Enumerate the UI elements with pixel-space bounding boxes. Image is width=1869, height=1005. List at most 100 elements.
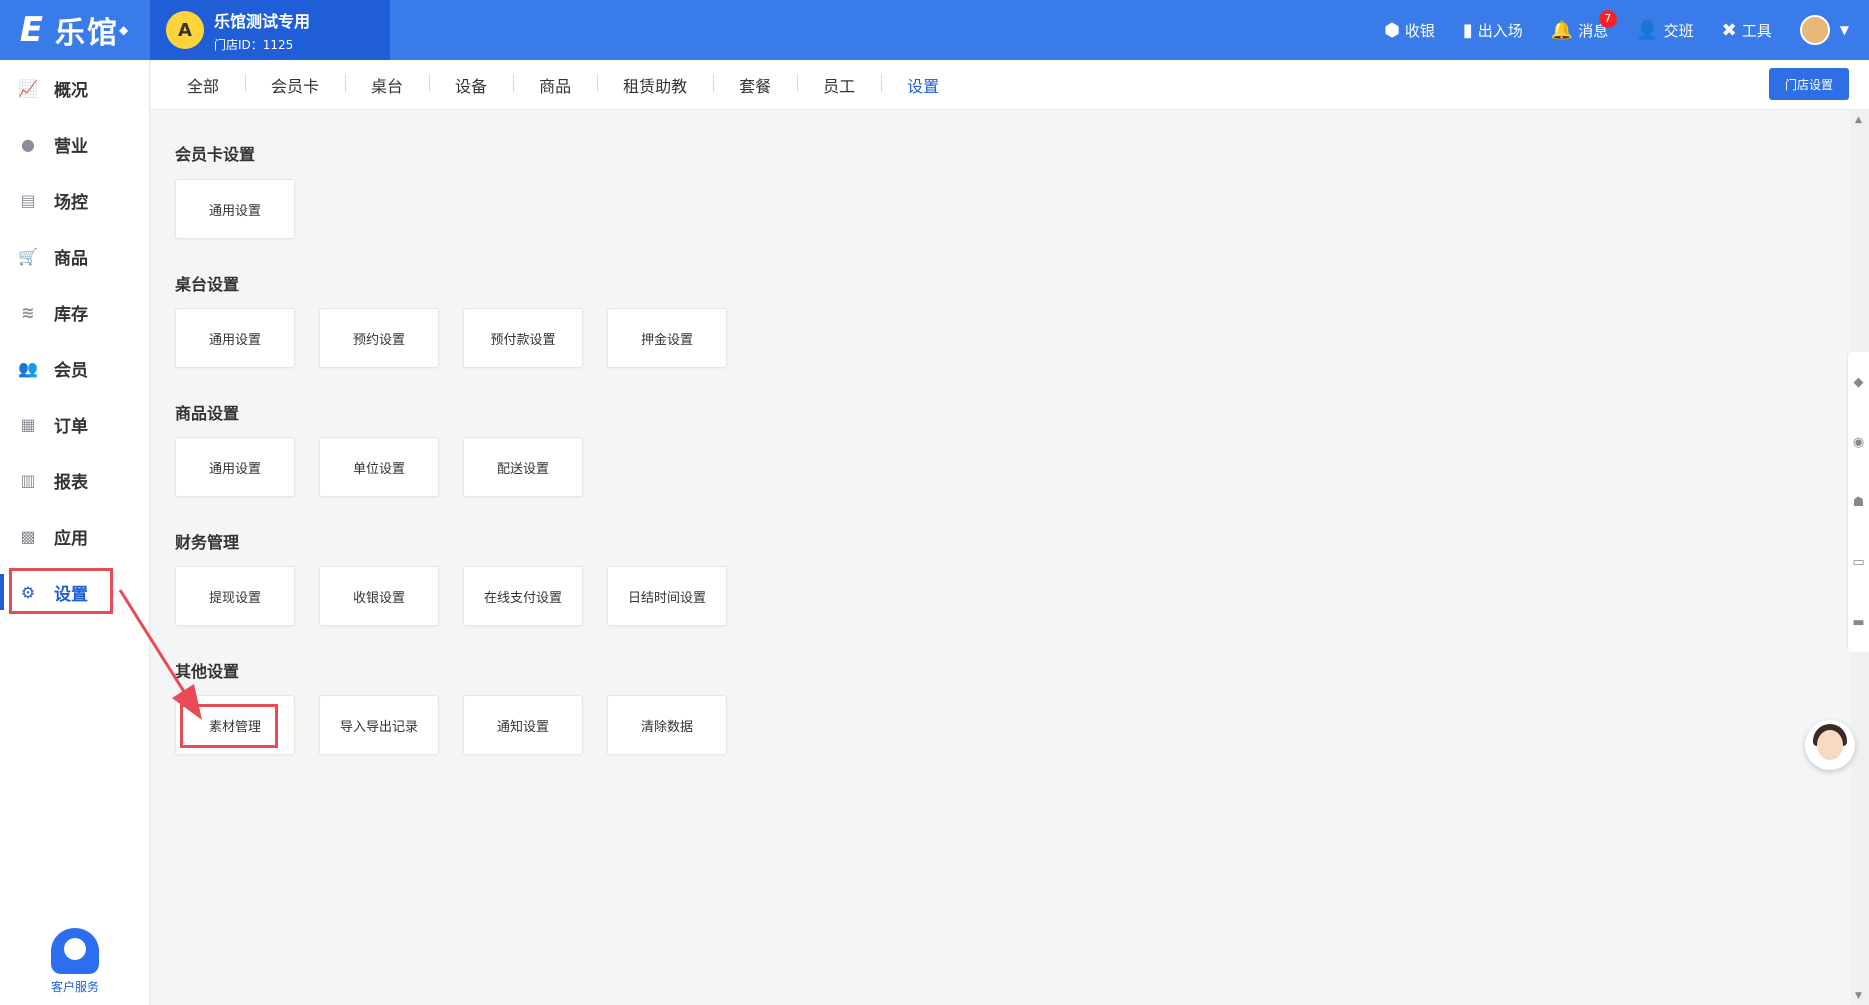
tab-packages[interactable]: 套餐 xyxy=(713,73,797,97)
tools-button[interactable]: ✖ 工具 xyxy=(1722,20,1772,41)
tools-icon: ✖ xyxy=(1721,19,1737,41)
deposit-settings-card[interactable]: 押金设置 xyxy=(607,308,727,368)
unit-settings-card[interactable]: 单位设置 xyxy=(319,437,439,497)
logo-text: 乐馆 xyxy=(55,16,119,51)
product-general-settings-card[interactable]: 通用设置 xyxy=(175,437,295,497)
scroll-up-icon[interactable]: ▲ xyxy=(1855,115,1862,125)
sidebar-item-members[interactable]: 👥 会员 xyxy=(0,340,149,396)
highlight-box xyxy=(9,568,113,614)
top-bar: E 乐馆 ◆ A 乐馆测试专用 门店ID：1125 ⬢ 收银 ▮ 出入场 🔔 消息… xyxy=(0,0,1869,60)
assistant-avatar-button[interactable] xyxy=(1805,720,1855,770)
table-control-icon: ▤ xyxy=(20,190,36,210)
category-tab-bar: 全部 会员卡 桌台 设备 商品 租赁助教 套餐 员工 设置 门店设置 xyxy=(151,60,1869,110)
sidebar-item-label: 概况 xyxy=(54,80,88,101)
cart-icon: 🛒 xyxy=(18,246,38,266)
sidebar-item-business[interactable]: ● 营业 xyxy=(0,116,149,172)
ticket-icon[interactable]: ▬ xyxy=(1848,592,1869,652)
assistant-face xyxy=(1817,730,1843,760)
sidebar-item-reports[interactable]: ▥ 报表 xyxy=(0,452,149,508)
sidebar-item-label: 订单 xyxy=(54,416,88,437)
sidebar-item-overview[interactable]: 📈 概况 xyxy=(0,60,149,116)
material-management-card[interactable]: 素材管理 xyxy=(175,695,295,755)
section-title-products: 商品设置 xyxy=(175,404,240,423)
section-title-member-card: 会员卡设置 xyxy=(175,145,256,164)
customer-service-button[interactable]: 客户服务 xyxy=(0,928,150,995)
sidebar-item-products[interactable]: 🛒 商品 xyxy=(0,228,149,284)
member-icon[interactable]: ☗ xyxy=(1848,472,1869,532)
sidebar-item-label: 库存 xyxy=(54,304,88,325)
sidebar-item-label: 报表 xyxy=(54,472,88,493)
store-avatar: A xyxy=(166,11,204,49)
entry-exit-button[interactable]: ▮ 出入场 xyxy=(1463,20,1523,41)
sidebar-item-label: 会员 xyxy=(54,360,88,381)
withdrawal-settings-card[interactable]: 提现设置 xyxy=(175,566,295,626)
notification-settings-card[interactable]: 通知设置 xyxy=(463,695,583,755)
prepayment-settings-card[interactable]: 预付款设置 xyxy=(463,308,583,368)
chart-icon: 📈 xyxy=(18,78,38,98)
delivery-settings-card[interactable]: 配送设置 xyxy=(463,437,583,497)
app-logo[interactable]: E 乐馆 ◆ xyxy=(0,0,150,60)
customer-service-label: 客户服务 xyxy=(50,980,99,994)
headset-icon xyxy=(51,928,99,974)
daily-closing-time-settings-card[interactable]: 日结时间设置 xyxy=(607,566,727,626)
import-export-records-card[interactable]: 导入导出记录 xyxy=(319,695,439,755)
tab-staff[interactable]: 员工 xyxy=(797,73,881,97)
member-card-general-settings-card[interactable]: 通用设置 xyxy=(175,179,295,239)
shift-handover-button[interactable]: 👤 交班 xyxy=(1636,20,1693,41)
table-general-settings-card[interactable]: 通用设置 xyxy=(175,308,295,368)
messages-button[interactable]: 🔔 消息 7 xyxy=(1550,9,1617,41)
store-icon[interactable]: ▭ xyxy=(1848,532,1869,592)
section-title-finance: 财务管理 xyxy=(175,533,240,552)
shift-label: 交班 xyxy=(1663,21,1694,40)
member-icon: 👥 xyxy=(18,358,38,378)
sidebar-item-label: 应用 xyxy=(54,528,88,549)
tools-label: 工具 xyxy=(1741,21,1772,40)
report-icon: ▥ xyxy=(20,470,36,490)
sidebar-item-label: 商品 xyxy=(54,248,88,269)
store-name: 乐馆测试专用 xyxy=(214,11,311,31)
sidebar-item-label: 场控 xyxy=(54,192,88,213)
layers-icon[interactable]: ◆ xyxy=(1848,352,1869,412)
cashier-settings-card[interactable]: 收银设置 xyxy=(319,566,439,626)
money-bag-icon: ● xyxy=(21,134,35,154)
tab-rental-coach[interactable]: 租赁助教 xyxy=(597,73,713,97)
floating-tool-panel: ◆ ◉ ☗ ▭ ▬ xyxy=(1847,352,1869,652)
section-title-tables: 桌台设置 xyxy=(175,275,240,294)
layers-icon: ≋ xyxy=(21,302,35,322)
store-switcher[interactable]: A 乐馆测试专用 门店ID：1125 xyxy=(150,0,390,60)
cashier-button[interactable]: ⬢ 收银 xyxy=(1384,20,1435,41)
tab-all[interactable]: 全部 xyxy=(161,73,245,97)
highlight-box xyxy=(180,704,278,748)
tab-member-card[interactable]: 会员卡 xyxy=(245,73,345,97)
chevron-down-icon[interactable]: ▼ xyxy=(1840,23,1849,37)
logo-mark: E xyxy=(19,10,45,50)
apps-icon: ▩ xyxy=(20,526,36,546)
sidebar-item-orders[interactable]: ▦ 订单 xyxy=(0,396,149,452)
sidebar-item-table-control[interactable]: ▤ 场控 xyxy=(0,172,149,228)
entry-exit-label: 出入场 xyxy=(1477,21,1523,40)
cashier-label: 收银 xyxy=(1404,21,1435,40)
scroll-down-icon[interactable]: ▼ xyxy=(1855,991,1862,1001)
clear-data-card[interactable]: 清除数据 xyxy=(607,695,727,755)
settings-content: 会员卡设置 通用设置 桌台设置 通用设置 预约设置 预付款设置 押金设置 商品设… xyxy=(151,111,1849,1005)
cashier-icon: ⬢ xyxy=(1384,19,1400,41)
store-id: 门店ID：1125 xyxy=(214,37,294,52)
bell-icon: 🔔 xyxy=(1550,19,1574,41)
shift-icon: 👤 xyxy=(1636,19,1659,41)
billiard-icon[interactable]: ◉ xyxy=(1848,412,1869,472)
online-payment-settings-card[interactable]: 在线支付设置 xyxy=(463,566,583,626)
tab-tables[interactable]: 桌台 xyxy=(345,73,429,97)
sidebar-item-inventory[interactable]: ≋ 库存 xyxy=(0,284,149,340)
section-title-other: 其他设置 xyxy=(175,662,240,681)
tab-settings[interactable]: 设置 xyxy=(881,73,965,97)
reservation-settings-card[interactable]: 预约设置 xyxy=(319,308,439,368)
store-settings-button[interactable]: 门店设置 xyxy=(1769,68,1849,100)
sidebar-item-label: 营业 xyxy=(54,136,88,157)
sidebar-item-settings[interactable]: ⚙ 设置 xyxy=(0,564,149,620)
user-avatar[interactable] xyxy=(1799,15,1830,45)
tab-products[interactable]: 商品 xyxy=(513,73,597,97)
sidebar: 📈 概况 ● 营业 ▤ 场控 🛒 商品 ≋ 库存 👥 会员 ▦ 订单 ▥ 报表 … xyxy=(0,60,150,1005)
tab-devices[interactable]: 设备 xyxy=(429,73,513,97)
sidebar-item-apps[interactable]: ▩ 应用 xyxy=(0,508,149,564)
door-icon: ▮ xyxy=(1462,19,1473,41)
